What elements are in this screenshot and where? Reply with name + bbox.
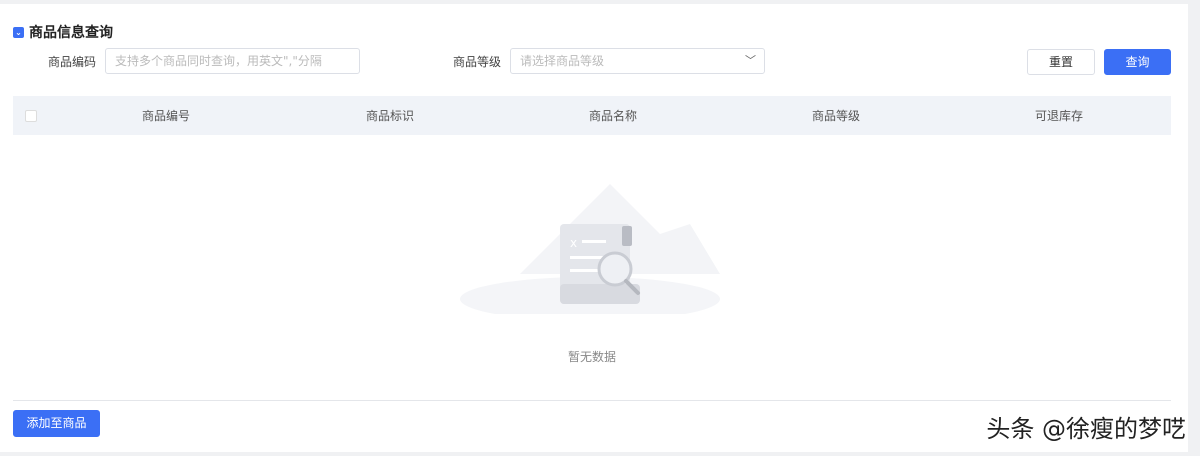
section-title-text: 商品信息查询 [29, 25, 113, 41]
code-label: 商品编码 [48, 55, 97, 69]
level-select[interactable]: 请选择商品等级 ﹀ [510, 48, 765, 74]
watermark-text: 头条 @徐瘦的梦呓 [986, 415, 1186, 443]
empty-data-illustration: x [460, 184, 720, 314]
column-header: 商品名称 [588, 109, 638, 123]
divider [13, 400, 1171, 401]
add-to-products-button[interactable]: 添加至商品 [13, 410, 100, 437]
section-title: ⌄ 商品信息查询 [13, 22, 113, 42]
level-label: 商品等级 [453, 55, 502, 69]
empty-text: 暂无数据 [568, 350, 617, 364]
code-input[interactable]: 支持多个商品同时查询，用英文","分隔 [105, 48, 360, 74]
table-header: 商品编号 商品标识 商品名称 商品等级 可退库存 [13, 96, 1171, 135]
column-header: 商品编号 [141, 109, 191, 123]
column-header: 商品标识 [365, 109, 415, 123]
column-header: 商品等级 [811, 109, 861, 123]
query-button[interactable]: 查询 [1104, 49, 1171, 75]
svg-text:x: x [570, 236, 577, 250]
select-all-checkbox[interactable] [25, 109, 37, 122]
column-header: 可退库存 [1034, 109, 1084, 123]
collapse-icon[interactable]: ⌄ [13, 26, 24, 38]
reset-button[interactable]: 重置 [1027, 49, 1095, 75]
product-query-panel: ⌄ 商品信息查询 商品编码 支持多个商品同时查询，用英文","分隔 商品等级 请选… [0, 4, 1188, 452]
level-select-placeholder: 请选择商品等级 [520, 54, 605, 68]
chevron-down-icon: ﹀ [745, 54, 756, 67]
